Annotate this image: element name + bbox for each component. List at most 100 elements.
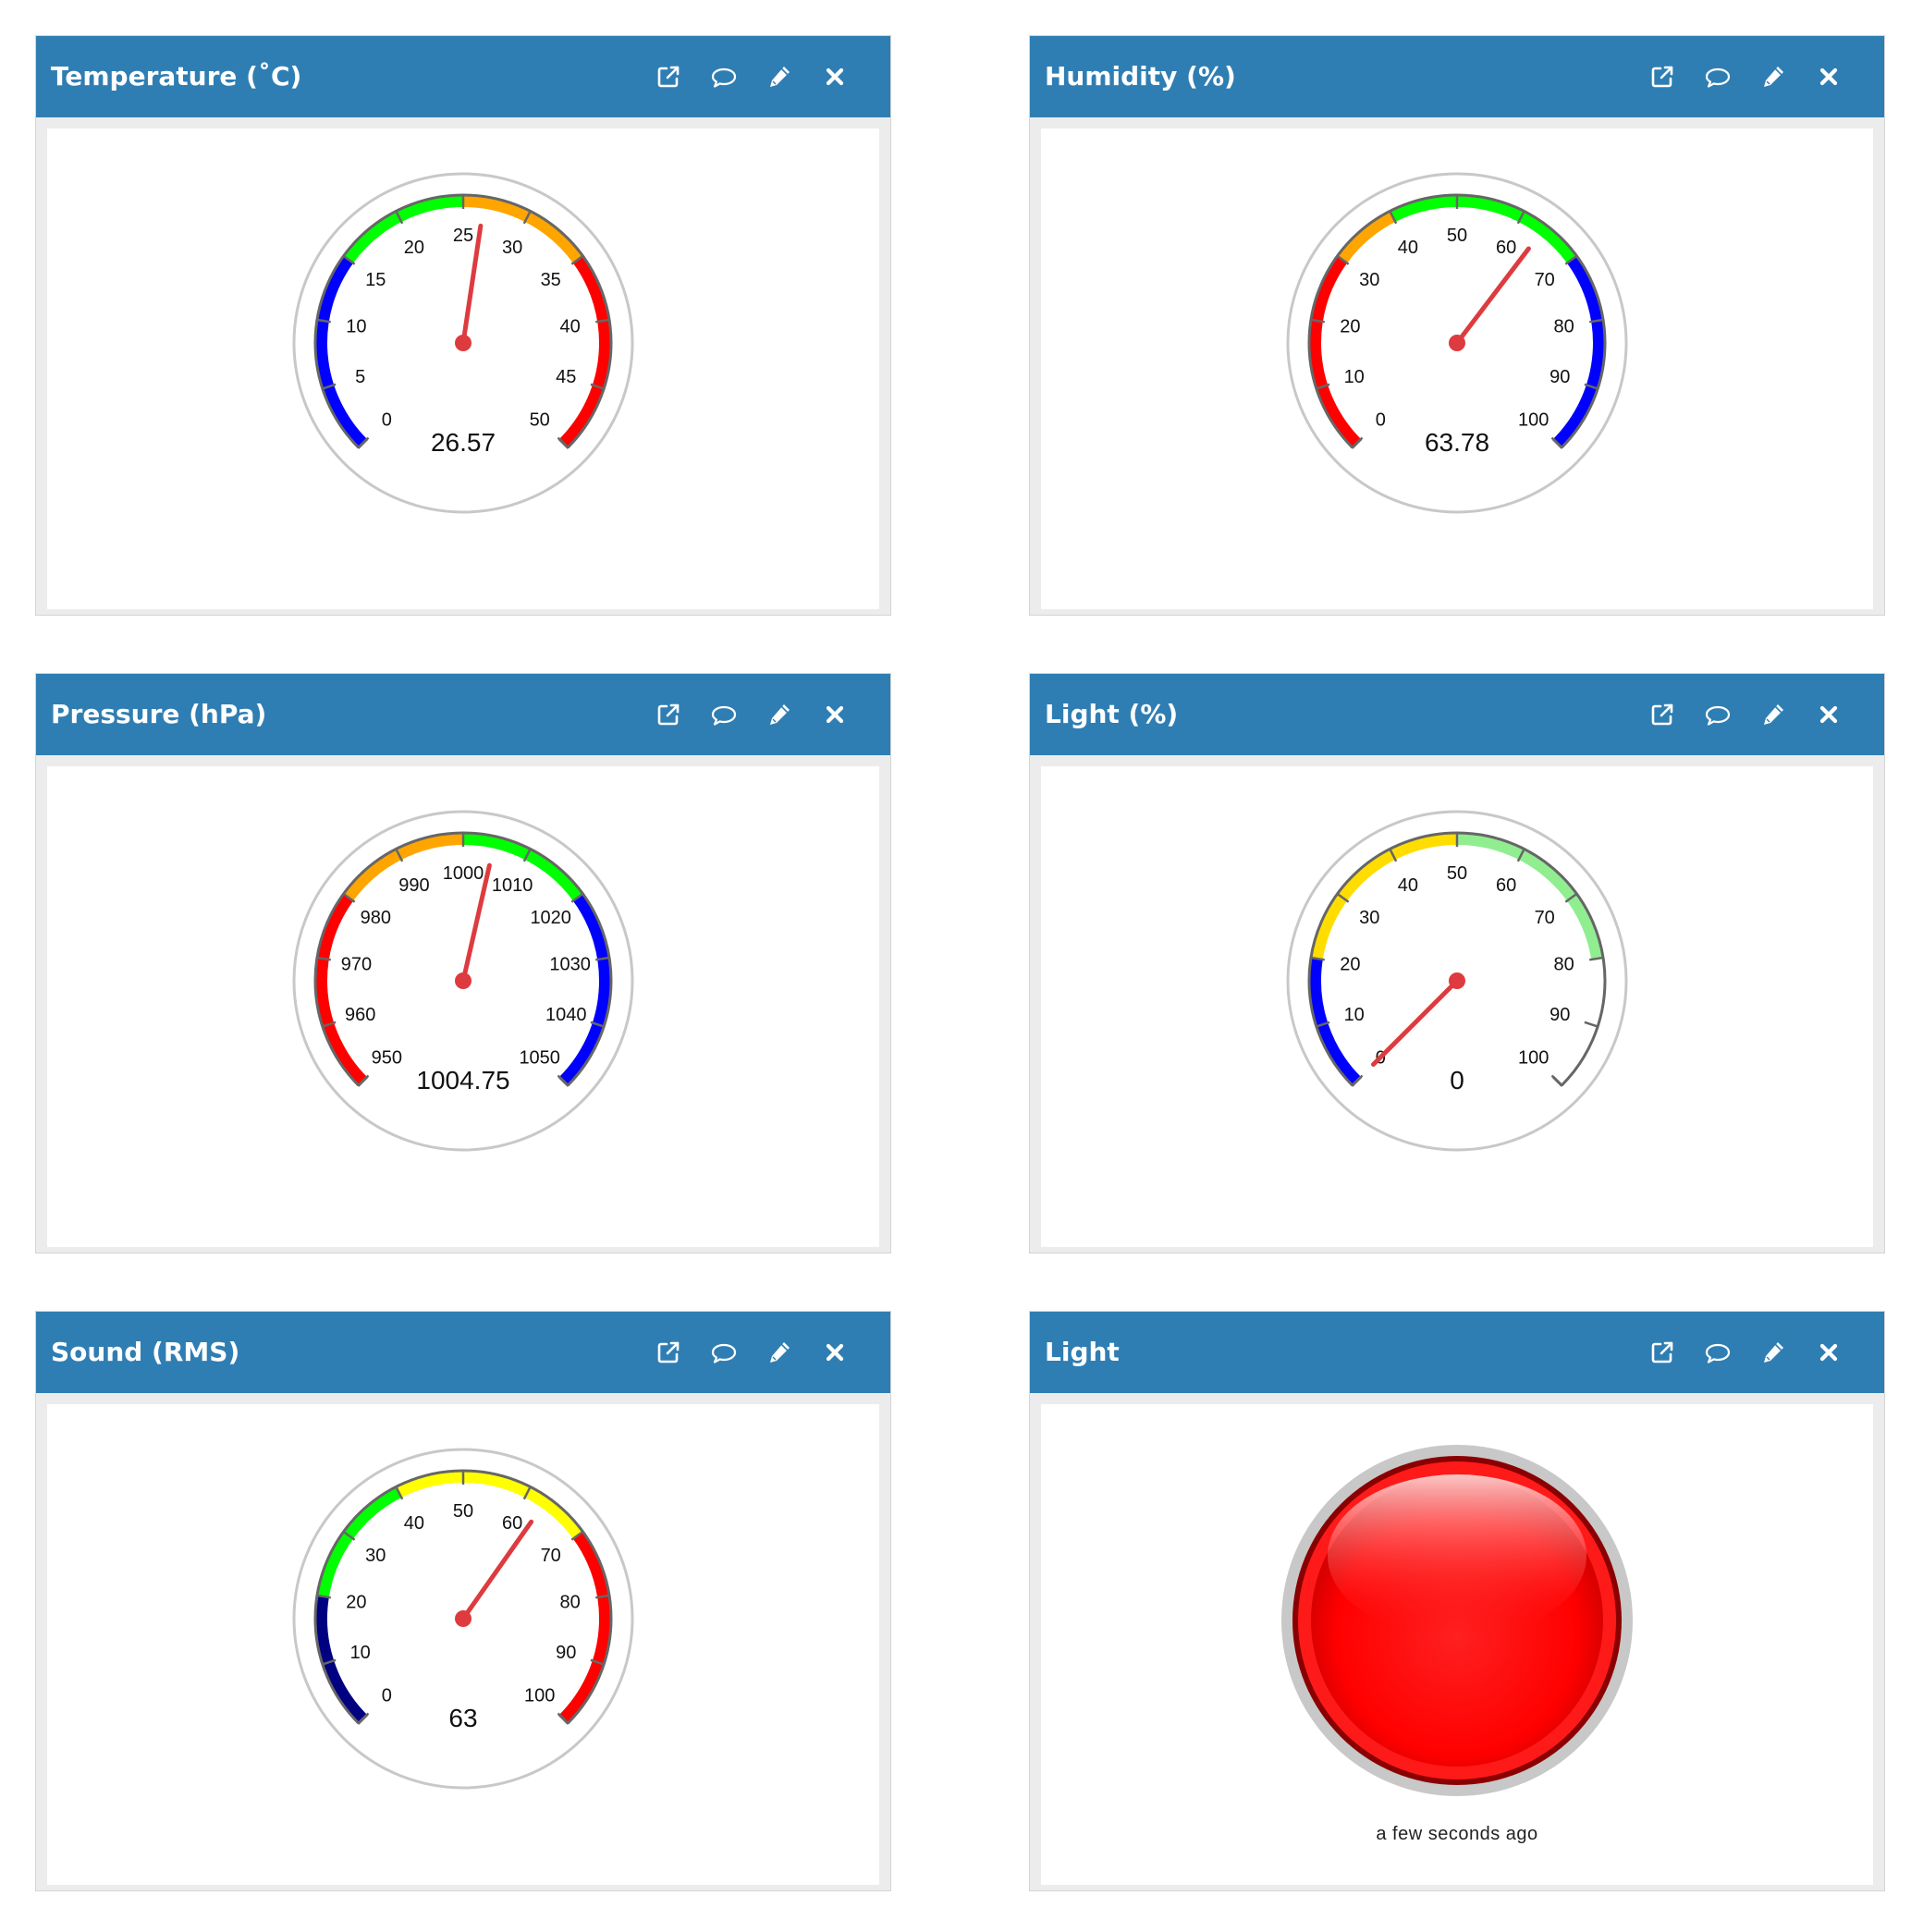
gauge-tick-label: 20 bbox=[1340, 317, 1360, 337]
gauge-tick-label: 90 bbox=[1549, 367, 1570, 387]
widget-title: Light (%) bbox=[1045, 699, 1179, 729]
x-icon bbox=[826, 705, 844, 724]
pencil-icon bbox=[770, 1342, 790, 1363]
widget-actions bbox=[1635, 36, 1856, 117]
widget-header: Temperature (˚C) bbox=[36, 36, 890, 117]
external-link-icon bbox=[1651, 703, 1673, 726]
gauge-tick-label: 10 bbox=[1344, 367, 1365, 387]
x-icon bbox=[1819, 1343, 1838, 1362]
speech-bubble-icon bbox=[711, 705, 737, 726]
gauge-panel: 950 960 970 980 990 1000 1010 1020 1030 1040 1050 1… bbox=[47, 766, 879, 1247]
widget-light-percent: Light (%) 01020304050607080901000 bbox=[1029, 673, 1885, 1253]
gauge-tick-label: 20 bbox=[404, 238, 424, 258]
edit-button[interactable] bbox=[752, 36, 807, 117]
widget-actions bbox=[641, 36, 863, 117]
widget-header: Humidity (%) bbox=[1030, 36, 1884, 117]
widget-title: Humidity (%) bbox=[1045, 61, 1236, 92]
gauge-tick-label: 40 bbox=[1398, 875, 1418, 896]
gauge-tick-label: 50 bbox=[1447, 226, 1467, 246]
pencil-icon bbox=[1764, 704, 1783, 725]
gauge-tick-label: 80 bbox=[559, 1593, 580, 1613]
edit-button[interactable] bbox=[1745, 36, 1801, 117]
comment-button[interactable] bbox=[1690, 674, 1745, 755]
pencil-icon bbox=[770, 67, 790, 87]
popout-button[interactable] bbox=[1635, 1312, 1690, 1393]
gauge-tick-label: 90 bbox=[1549, 1005, 1570, 1025]
speech-bubble-icon bbox=[711, 67, 737, 88]
close-button[interactable] bbox=[1801, 1312, 1856, 1393]
gauge-tick-label: 1030 bbox=[549, 955, 591, 975]
gauge: 0102030405060708090100 bbox=[1286, 172, 1628, 514]
gauge-tick-label: 5 bbox=[355, 367, 365, 387]
edit-button[interactable] bbox=[752, 674, 807, 755]
gauge-tick-label: 70 bbox=[1535, 270, 1555, 290]
gauge-tick-label: 45 bbox=[556, 367, 576, 387]
widget-title: Light bbox=[1045, 1337, 1120, 1367]
edit-button[interactable] bbox=[752, 1312, 807, 1393]
gauge-tick-label: 990 bbox=[398, 875, 429, 896]
external-link-icon bbox=[657, 703, 680, 726]
gauge-tick-label: 10 bbox=[350, 1643, 371, 1663]
gauge-tick-label: 1000 bbox=[443, 863, 484, 884]
speech-bubble-icon bbox=[711, 1343, 737, 1363]
widget-pressure: Pressure (hPa) 950 960 970 980 990 1000 1010 10… bbox=[35, 673, 891, 1253]
gauge-tick-label: 15 bbox=[365, 270, 386, 290]
gauge: 05101520253035404550 bbox=[292, 172, 634, 514]
gauge-needle-hub bbox=[455, 335, 472, 351]
gauge-needle-hub bbox=[1449, 972, 1465, 989]
pencil-icon bbox=[770, 704, 790, 725]
close-button[interactable] bbox=[1801, 36, 1856, 117]
popout-button[interactable] bbox=[641, 674, 696, 755]
close-button[interactable] bbox=[807, 36, 863, 117]
widget-light-led: Light a few seconds ago bbox=[1029, 1311, 1885, 1891]
gauge-tick-label: 40 bbox=[559, 317, 580, 337]
comment-button[interactable] bbox=[1690, 36, 1745, 117]
comment-button[interactable] bbox=[696, 1312, 752, 1393]
x-icon bbox=[826, 1343, 844, 1362]
gauge-tick-label: 35 bbox=[541, 270, 561, 290]
pencil-icon bbox=[1764, 67, 1783, 87]
edit-button[interactable] bbox=[1745, 1312, 1801, 1393]
gauge-tick-label: 30 bbox=[1359, 270, 1379, 290]
widget-title: Sound (RMS) bbox=[51, 1337, 240, 1367]
gauge-needle-hub bbox=[1449, 335, 1465, 351]
gauge-tick-label: 40 bbox=[404, 1513, 424, 1534]
comment-button[interactable] bbox=[1690, 1312, 1745, 1393]
popout-button[interactable] bbox=[641, 36, 696, 117]
gauge-tick-label: 30 bbox=[365, 1546, 386, 1566]
gauge-tick-label: 1010 bbox=[492, 875, 533, 896]
popout-button[interactable] bbox=[1635, 674, 1690, 755]
speech-bubble-icon bbox=[1705, 705, 1731, 726]
gauge-needle-hub bbox=[455, 972, 472, 989]
widget-header: Sound (RMS) bbox=[36, 1312, 890, 1393]
gauge-tick-label: 980 bbox=[361, 908, 391, 928]
popout-button[interactable] bbox=[641, 1312, 696, 1393]
gauge-value: 0 bbox=[1450, 1066, 1464, 1094]
edit-button[interactable] bbox=[1745, 674, 1801, 755]
gauge-tick-label: 960 bbox=[345, 1005, 375, 1025]
gauge-tick-label: 1020 bbox=[530, 908, 571, 928]
widget-header: Light (%) bbox=[1030, 674, 1884, 755]
external-link-icon bbox=[1651, 1341, 1673, 1363]
close-button[interactable] bbox=[1801, 674, 1856, 755]
close-button[interactable] bbox=[807, 674, 863, 755]
widget-actions bbox=[641, 674, 863, 755]
comment-button[interactable] bbox=[696, 674, 752, 755]
widget-actions bbox=[641, 1312, 863, 1393]
speech-bubble-icon bbox=[1705, 1343, 1731, 1363]
gauge-tick-label: 70 bbox=[1535, 908, 1555, 928]
gauge-panel: 0 5 10 15 20 25 30 35 40 45 50 26.57 bbox=[47, 128, 879, 609]
gauge: 0102030405060708090100 bbox=[1286, 810, 1628, 1152]
speech-bubble-icon bbox=[1705, 67, 1731, 88]
widget-title: Pressure (hPa) bbox=[51, 699, 267, 729]
gauge-tick-label: 60 bbox=[1496, 238, 1516, 258]
x-icon bbox=[826, 67, 844, 86]
pencil-icon bbox=[1764, 1342, 1783, 1363]
popout-button[interactable] bbox=[1635, 36, 1690, 117]
gauge-value: 1004.75 bbox=[416, 1066, 510, 1094]
widget-temperature: Temperature (˚C) 0 5 10 15 20 25 30 35 40 45 50 26.… bbox=[35, 35, 891, 616]
close-button[interactable] bbox=[807, 1312, 863, 1393]
gauge-tick-label: 50 bbox=[1447, 863, 1467, 884]
widget-sound: Sound (RMS) 0 10 20 30 40 50 60 70 80 90 100 63 bbox=[35, 1311, 891, 1891]
comment-button[interactable] bbox=[696, 36, 752, 117]
